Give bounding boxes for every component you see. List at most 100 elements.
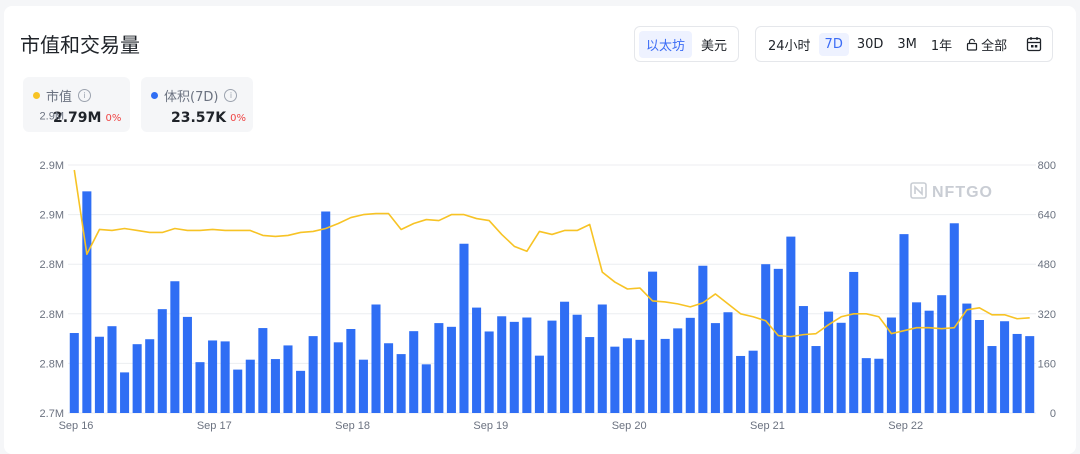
volume-bar[interactable] bbox=[723, 312, 733, 413]
y-left-tick-label: 2.9M bbox=[40, 110, 64, 122]
volume-bar[interactable] bbox=[308, 336, 318, 413]
volume-bar[interactable] bbox=[673, 328, 683, 413]
volume-bar[interactable] bbox=[836, 322, 846, 413]
y-left-tick-label: 2.9M bbox=[40, 210, 64, 222]
volume-bar[interactable] bbox=[208, 340, 218, 413]
volume-bar[interactable] bbox=[1012, 333, 1022, 413]
volume-bar[interactable] bbox=[849, 271, 859, 413]
volume-bar[interactable] bbox=[949, 223, 959, 413]
volume-bar[interactable] bbox=[886, 317, 896, 413]
volume-bar[interactable] bbox=[157, 309, 167, 413]
volume-bar[interactable] bbox=[572, 314, 582, 413]
volume-bar[interactable] bbox=[685, 317, 695, 413]
volume-bar[interactable] bbox=[82, 191, 92, 413]
volume-bar[interactable] bbox=[446, 326, 456, 413]
market-cap-volume-chart[interactable]: NFTGO 2.7M 2.8M 2.8M 2.8M 2.9M 2.9M 2.9M 0 160 32… bbox=[0, 0, 1080, 454]
volume-bar[interactable] bbox=[1000, 321, 1010, 413]
volume-bar[interactable] bbox=[660, 338, 670, 413]
volume-bar[interactable] bbox=[786, 236, 796, 413]
volume-bar[interactable] bbox=[283, 345, 293, 413]
volume-bar[interactable] bbox=[220, 341, 230, 413]
volume-bar[interactable] bbox=[434, 323, 444, 413]
y-right-tick-label: 480 bbox=[1038, 259, 1056, 271]
volume-bar[interactable] bbox=[472, 307, 482, 413]
x-tick-label: Sep 17 bbox=[197, 420, 232, 432]
volume-bar[interactable] bbox=[748, 350, 758, 413]
volume-bar[interactable] bbox=[69, 333, 79, 413]
y-left-tick-label: 2.8M bbox=[40, 259, 64, 271]
volume-bar[interactable] bbox=[648, 271, 658, 413]
volume-bar[interactable] bbox=[321, 211, 331, 414]
volume-bar[interactable] bbox=[409, 331, 419, 413]
watermark-text: NFTGO bbox=[932, 184, 993, 201]
volume-bar[interactable] bbox=[145, 339, 155, 413]
volume-bar[interactable] bbox=[937, 295, 947, 413]
x-tick-label: Sep 19 bbox=[473, 420, 508, 432]
volume-bar[interactable] bbox=[534, 355, 544, 413]
volume-bar[interactable] bbox=[899, 234, 909, 413]
volume-bar[interactable] bbox=[245, 359, 255, 413]
volume-bar[interactable] bbox=[509, 321, 519, 413]
volume-bar[interactable] bbox=[270, 359, 280, 413]
volume-bar[interactable] bbox=[132, 344, 142, 413]
volume-bar[interactable] bbox=[459, 243, 469, 413]
volume-bar[interactable] bbox=[597, 304, 607, 414]
y-left-tick-label: 2.9M bbox=[40, 160, 64, 172]
volume-bar[interactable] bbox=[811, 346, 821, 413]
volume-bar[interactable] bbox=[107, 326, 117, 413]
x-tick-label: Sep 21 bbox=[750, 420, 785, 432]
volume-bar[interactable] bbox=[170, 281, 180, 413]
volume-bar[interactable] bbox=[761, 264, 771, 413]
volume-bar[interactable] bbox=[384, 343, 394, 413]
volume-bar[interactable] bbox=[333, 342, 343, 413]
volume-bar[interactable] bbox=[547, 320, 557, 413]
x-tick-label: Sep 18 bbox=[335, 420, 370, 432]
volume-bar[interactable] bbox=[120, 372, 130, 413]
volume-bar[interactable] bbox=[233, 369, 243, 413]
volume-bar[interactable] bbox=[773, 268, 783, 413]
volume-bar[interactable] bbox=[974, 320, 984, 413]
y-left-tick-label: 2.8M bbox=[40, 358, 64, 370]
volume-bar[interactable] bbox=[371, 304, 381, 414]
volume-bar[interactable] bbox=[396, 354, 406, 413]
volume-bar[interactable] bbox=[258, 328, 268, 413]
volume-bar[interactable] bbox=[94, 336, 104, 413]
volume-bar[interactable] bbox=[962, 303, 972, 413]
y-left-tick-label: 2.8M bbox=[40, 309, 64, 321]
nftgo-watermark: NFTGO bbox=[910, 182, 993, 201]
x-tick-label: Sep 20 bbox=[612, 420, 647, 432]
volume-bar[interactable] bbox=[1025, 336, 1035, 413]
x-tick-label: Sep 16 bbox=[59, 420, 94, 432]
y-right-tick-label: 640 bbox=[1038, 210, 1056, 222]
volume-bar[interactable] bbox=[346, 328, 356, 413]
volume-bar[interactable] bbox=[987, 346, 997, 413]
y-right-tick-label: 0 bbox=[1050, 408, 1056, 420]
volume-bar[interactable] bbox=[924, 310, 934, 413]
volume-bar[interactable] bbox=[710, 323, 720, 413]
volume-bar[interactable] bbox=[635, 339, 645, 413]
volume-bar[interactable] bbox=[195, 362, 205, 413]
volume-bar[interactable] bbox=[912, 302, 922, 413]
x-tick-label: Sep 22 bbox=[888, 420, 923, 432]
volume-bar[interactable] bbox=[736, 355, 746, 413]
volume-bar[interactable] bbox=[421, 364, 431, 413]
volume-bar[interactable] bbox=[698, 265, 708, 413]
y-right-tick-label: 800 bbox=[1038, 160, 1056, 172]
volume-bar[interactable] bbox=[182, 316, 192, 413]
volume-bar[interactable] bbox=[610, 346, 620, 413]
y-right-tick-label: 160 bbox=[1038, 358, 1056, 370]
y-left-tick-label: 2.7M bbox=[40, 408, 64, 420]
volume-bar[interactable] bbox=[622, 338, 632, 413]
volume-bar[interactable] bbox=[798, 306, 808, 413]
volume-bar[interactable] bbox=[861, 358, 871, 413]
volume-bar[interactable] bbox=[484, 331, 494, 413]
volume-bar[interactable] bbox=[358, 359, 368, 413]
volume-bar[interactable] bbox=[296, 370, 306, 413]
volume-bar[interactable] bbox=[585, 337, 595, 413]
volume-bar[interactable] bbox=[874, 358, 884, 413]
volume-bar[interactable] bbox=[560, 301, 570, 413]
y-right-tick-label: 320 bbox=[1038, 309, 1056, 321]
volume-bar[interactable] bbox=[522, 317, 532, 413]
market-cap-line[interactable] bbox=[73, 169, 1030, 338]
volume-bar[interactable] bbox=[497, 316, 507, 413]
